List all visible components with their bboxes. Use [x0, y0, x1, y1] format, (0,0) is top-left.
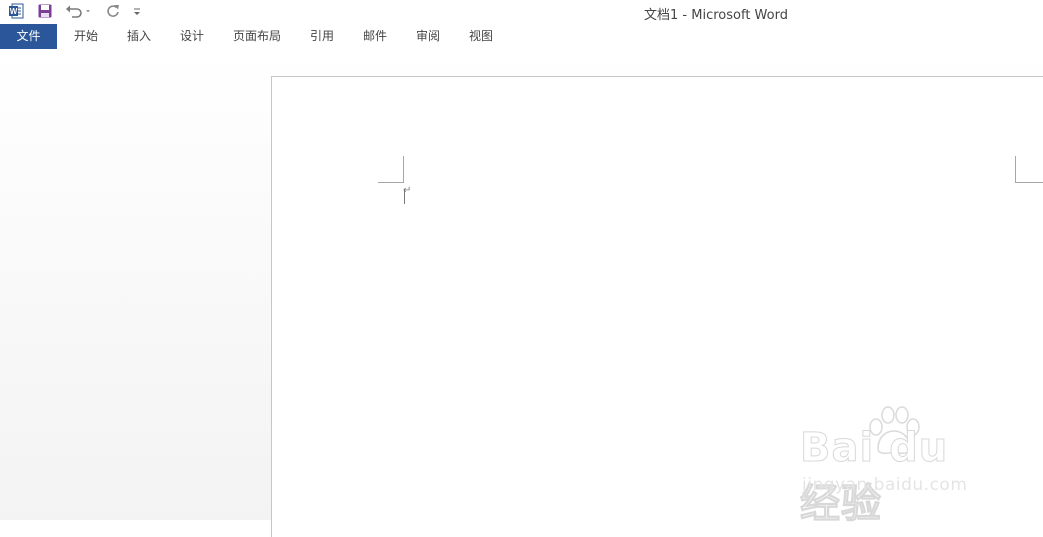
paragraph-mark: ↵	[403, 185, 412, 196]
tab-view[interactable]: 视图	[457, 24, 505, 49]
tab-mailings[interactable]: 邮件	[351, 24, 399, 49]
margin-corner-mark-right-vertical	[1015, 156, 1016, 183]
tab-review[interactable]: 审阅	[404, 24, 452, 49]
title-bar: W 文档1 - Microsoft Word	[0, 0, 1043, 24]
tab-references[interactable]: 引用	[298, 24, 346, 49]
margin-corner-mark-left-vertical	[403, 156, 404, 183]
baidu-watermark: Bai du 经验 jingyan.baidu.com	[800, 405, 1000, 528]
margin-corner-mark-left-horizontal	[378, 182, 404, 183]
tab-insert[interactable]: 插入	[115, 24, 163, 49]
baidu-url-text: jingyan.baidu.com	[802, 475, 968, 495]
tab-page-layout[interactable]: 页面布局	[225, 24, 289, 49]
tab-home[interactable]: 开始	[62, 24, 110, 49]
margin-corner-mark-right-horizontal	[1015, 182, 1043, 183]
tab-design[interactable]: 设计	[168, 24, 216, 49]
window-title: 文档1 - Microsoft Word	[644, 8, 788, 23]
ribbon-tabs: 文件 开始 插入 设计 页面布局 引用 邮件 审阅 视图	[0, 24, 1043, 49]
tab-file[interactable]: 文件	[0, 24, 57, 49]
